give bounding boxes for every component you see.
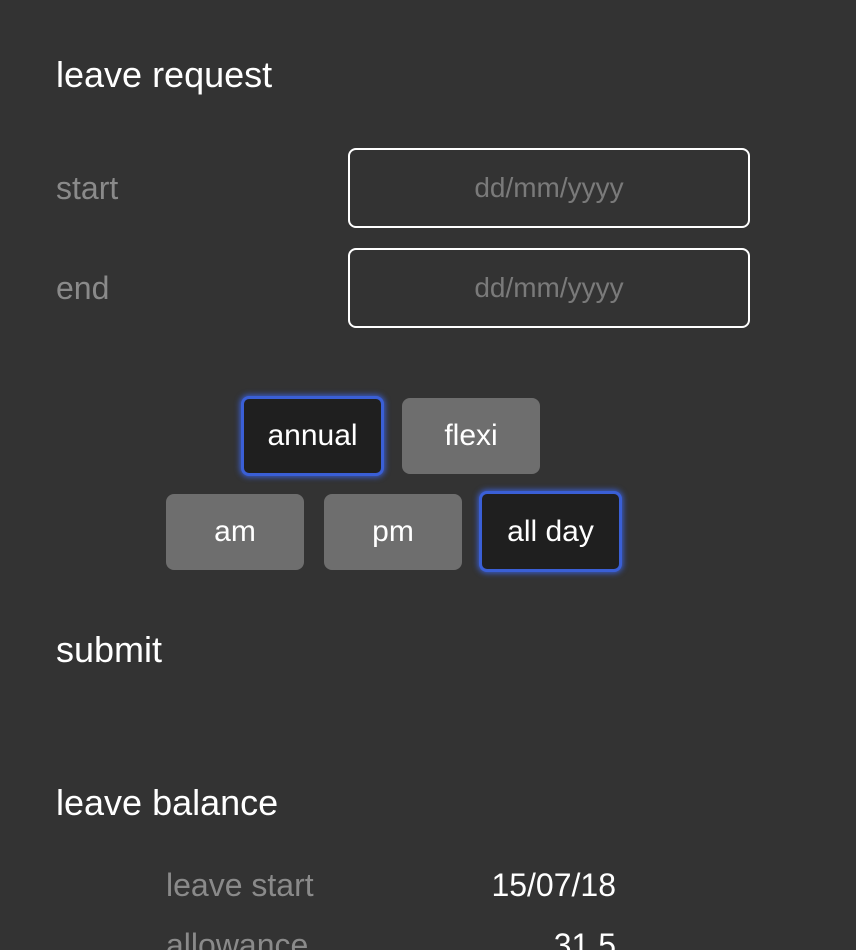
leave-app: leave request start end annual flexi am …: [0, 0, 856, 950]
duration-pm-button[interactable]: pm: [324, 494, 462, 570]
end-date-input[interactable]: [348, 248, 750, 328]
start-label: start: [56, 170, 119, 206]
leave-request-title: leave request: [56, 54, 273, 95]
balance-row-label: leave start: [166, 867, 314, 903]
leave-type-flexi-button[interactable]: flexi: [402, 398, 540, 474]
duration-all-day-button[interactable]: all day: [479, 491, 622, 572]
balance-row-value: 15/07/18: [491, 867, 616, 903]
end-label: end: [56, 270, 110, 306]
start-date-input[interactable]: [348, 148, 750, 228]
balance-row-value: 31.5: [553, 927, 616, 950]
leave-balance-title: leave balance: [56, 782, 279, 823]
duration-am-button[interactable]: am: [166, 494, 304, 570]
leave-type-annual-button[interactable]: annual: [241, 396, 384, 476]
submit-button[interactable]: submit: [56, 632, 162, 668]
balance-row-label: allowance: [166, 927, 309, 950]
